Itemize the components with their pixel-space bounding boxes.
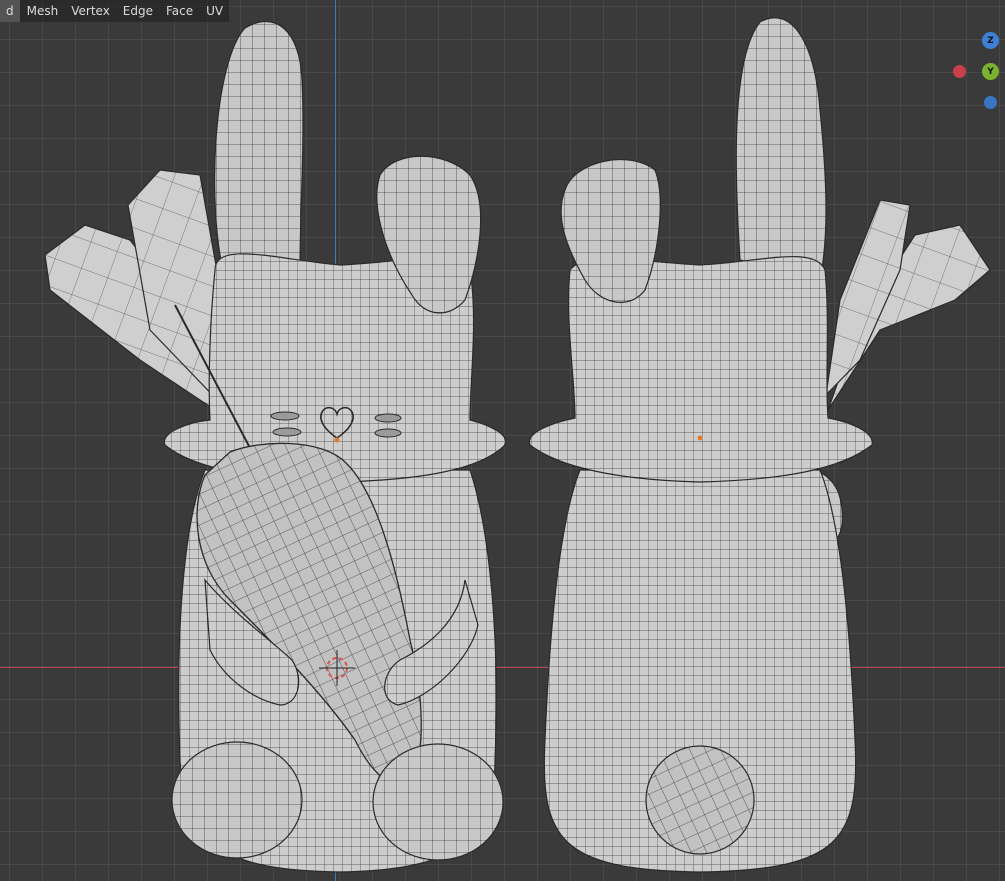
mesh-scene[interactable] xyxy=(0,0,1005,881)
menu-edge[interactable]: Edge xyxy=(117,0,159,22)
gizmo-z-label: Z xyxy=(987,35,994,46)
menu-mesh[interactable]: Mesh xyxy=(21,0,65,22)
whisker-left-2 xyxy=(272,427,302,437)
3d-viewport[interactable]: Z Y d Mesh Vertex Edge Face UV xyxy=(0,0,1005,881)
gizmo-y-label: Y xyxy=(987,66,994,77)
front-foot-right xyxy=(372,743,504,861)
bunny-tail xyxy=(645,745,755,855)
front-foot-left xyxy=(171,741,303,859)
whisker-right-1 xyxy=(374,413,402,423)
gizmo-x-negative[interactable] xyxy=(953,65,966,78)
back-right-ear xyxy=(735,17,827,281)
menu-view[interactable]: d xyxy=(0,0,20,22)
gizmo-z-axis[interactable]: Z xyxy=(982,32,999,49)
edit-mode-menubar: d Mesh Vertex Edge Face UV xyxy=(0,0,230,22)
whisker-right-2 xyxy=(374,428,402,438)
menu-uv[interactable]: UV xyxy=(200,0,229,22)
back-bunny-mesh xyxy=(528,17,991,873)
back-head xyxy=(528,256,873,483)
gizmo-z-negative[interactable] xyxy=(984,96,997,109)
whisker-left-1 xyxy=(270,411,300,421)
front-left-ear xyxy=(213,20,304,281)
front-bunny-mesh xyxy=(44,20,507,873)
menu-vertex[interactable]: Vertex xyxy=(65,0,116,22)
gizmo-y-axis[interactable]: Y xyxy=(982,63,999,80)
menu-face[interactable]: Face xyxy=(160,0,199,22)
